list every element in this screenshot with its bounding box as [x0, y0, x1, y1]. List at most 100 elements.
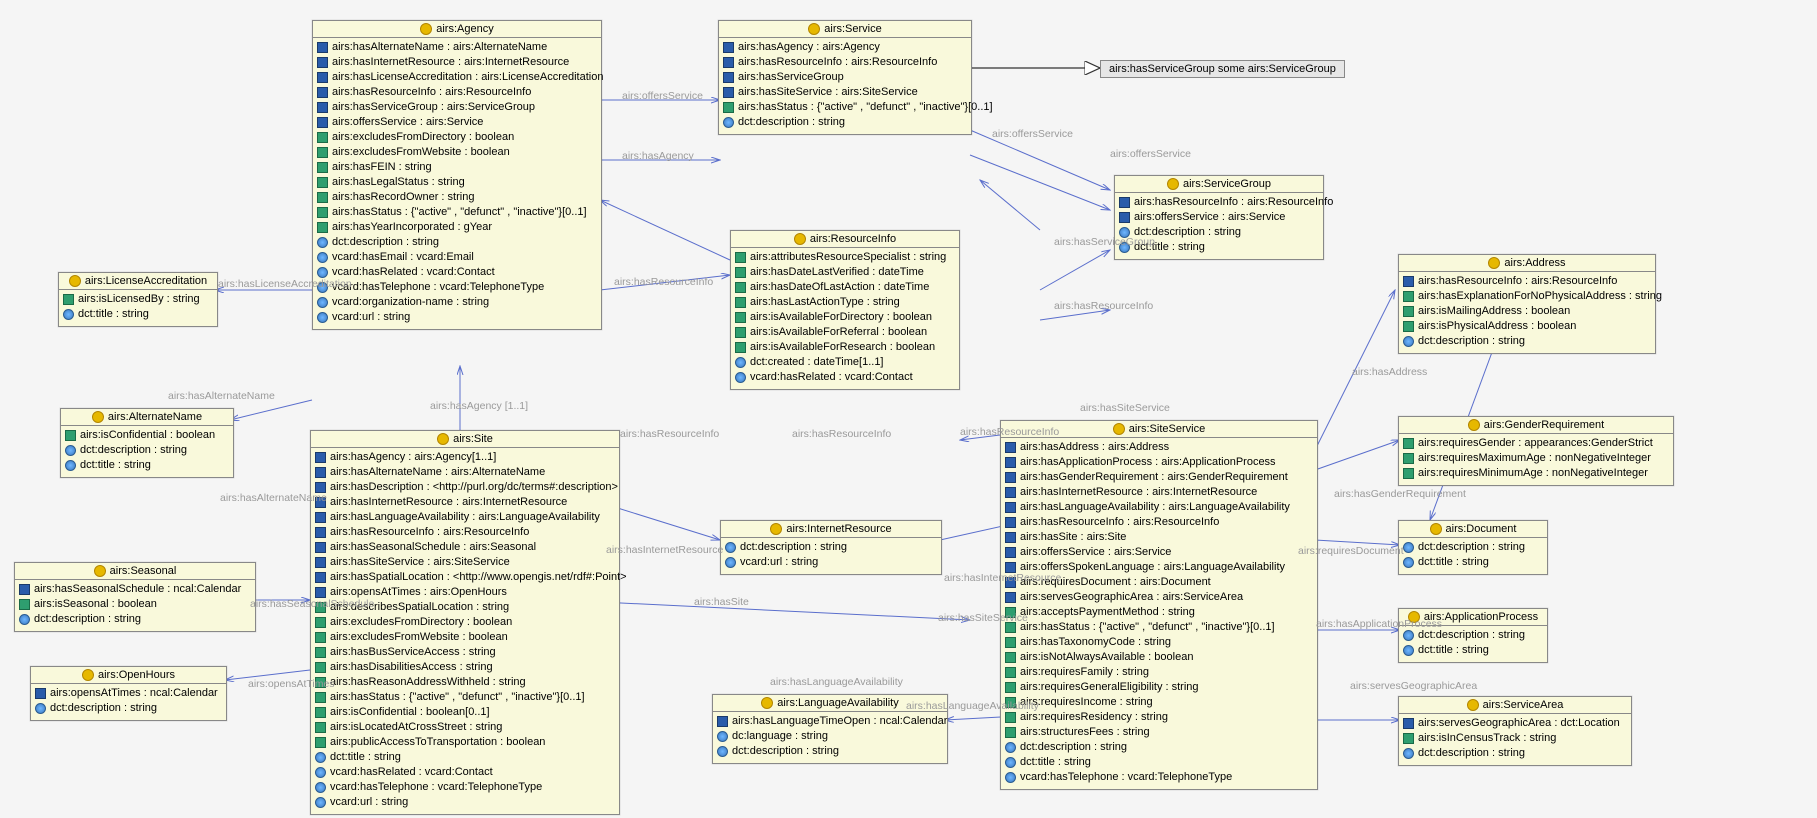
property-row[interactable]: airs:excludesFromWebsite : boolean: [317, 145, 597, 160]
property-row[interactable]: airs:hasSite : airs:Site: [1005, 530, 1313, 545]
property-row[interactable]: dct:description : string: [1403, 334, 1651, 349]
property-row[interactable]: airs:hasDescription : <http://purl.org/d…: [315, 480, 615, 495]
property-row[interactable]: airs:offersService : airs:Service: [317, 115, 597, 130]
class-alternatename[interactable]: airs:AlternateName airs:isConfidential :…: [60, 408, 234, 478]
property-row[interactable]: vcard:hasTelephone : vcard:TelephoneType: [317, 280, 597, 295]
property-row[interactable]: airs:hasAlternateName : airs:AlternateNa…: [315, 465, 615, 480]
property-row[interactable]: airs:hasSiteService : airs:SiteService: [315, 555, 615, 570]
property-row[interactable]: airs:hasBusServiceAccess : string: [315, 645, 615, 660]
class-openhours[interactable]: airs:OpenHours airs:opensAtTimes : ncal:…: [30, 666, 227, 721]
property-row[interactable]: airs:hasFEIN : string: [317, 160, 597, 175]
class-servicegroup[interactable]: airs:ServiceGroup airs:hasResourceInfo :…: [1114, 175, 1324, 260]
property-row[interactable]: airs:hasResourceInfo : airs:ResourceInfo: [1005, 515, 1313, 530]
property-row[interactable]: airs:isNotAlwaysAvailable : boolean: [1005, 650, 1313, 665]
property-row[interactable]: vcard:url : string: [315, 795, 615, 810]
property-row[interactable]: airs:servesGeographicArea : dct:Location: [1403, 716, 1627, 731]
property-row[interactable]: airs:requiresFamily : string: [1005, 665, 1313, 680]
property-row[interactable]: dct:title : string: [65, 458, 229, 473]
class-service[interactable]: airs:Service airs:hasAgency : airs:Agenc…: [718, 20, 972, 135]
property-row[interactable]: airs:hasResourceInfo : airs:ResourceInfo: [1403, 274, 1651, 289]
property-row[interactable]: airs:requiresMaximumAge : nonNegativeInt…: [1403, 451, 1669, 466]
class-languageavailability[interactable]: airs:LanguageAvailability airs:hasLangua…: [712, 694, 948, 764]
property-row[interactable]: airs:hasSeasonalSchedule : ncal:Calendar: [19, 582, 251, 597]
class-servicearea[interactable]: airs:ServiceArea airs:servesGeographicAr…: [1398, 696, 1632, 766]
property-row[interactable]: airs:isInCensusTrack : string: [1403, 731, 1627, 746]
property-row[interactable]: airs:hasExplanationForNoPhysicalAddress …: [1403, 289, 1651, 304]
property-row[interactable]: vcard:hasEmail : vcard:Email: [317, 250, 597, 265]
property-row[interactable]: airs:hasStatus : {"active" , "defunct" ,…: [317, 205, 597, 220]
property-row[interactable]: airs:requiresMinimumAge : nonNegativeInt…: [1403, 466, 1669, 481]
property-row[interactable]: airs:hasLanguageAvailability : airs:Lang…: [1005, 500, 1313, 515]
class-document[interactable]: airs:Document dct:description : stringdc…: [1398, 520, 1548, 575]
property-row[interactable]: airs:excludesFromDirectory : boolean: [315, 615, 615, 630]
property-row[interactable]: airs:hasServiceGroup: [723, 70, 967, 85]
property-row[interactable]: vcard:url : string: [317, 310, 597, 325]
property-row[interactable]: dct:description : string: [725, 540, 937, 555]
property-row[interactable]: airs:hasSpatialLocation : <http://www.op…: [315, 570, 615, 585]
class-siteservice[interactable]: airs:SiteService airs:hasAddress : airs:…: [1000, 420, 1318, 790]
property-row[interactable]: airs:hasAlternateName : airs:AlternateNa…: [317, 40, 597, 55]
class-applicationprocess[interactable]: airs:ApplicationProcess dct:description …: [1398, 608, 1548, 663]
property-row[interactable]: dct:description : string: [317, 235, 597, 250]
property-row[interactable]: dct:description : string: [1403, 628, 1543, 643]
property-row[interactable]: vcard:organization-name : string: [317, 295, 597, 310]
property-row[interactable]: airs:requiresGeneralEligibility : string: [1005, 680, 1313, 695]
property-row[interactable]: airs:hasAgency : airs:Agency: [723, 40, 967, 55]
property-row[interactable]: dct:description : string: [19, 612, 251, 627]
property-row[interactable]: airs:hasLegalStatus : string: [317, 175, 597, 190]
property-row[interactable]: airs:acceptsPaymentMethod : string: [1005, 605, 1313, 620]
property-row[interactable]: airs:hasInternetResource : airs:Internet…: [1005, 485, 1313, 500]
property-row[interactable]: airs:isSeasonal : boolean: [19, 597, 251, 612]
property-row[interactable]: airs:hasStatus : {"active" , "defunct" ,…: [723, 100, 967, 115]
property-row[interactable]: airs:hasDisabilitiesAccess : string: [315, 660, 615, 675]
property-row[interactable]: airs:hasRecordOwner : string: [317, 190, 597, 205]
property-row[interactable]: airs:hasGenderRequirement : airs:GenderR…: [1005, 470, 1313, 485]
class-resourceinfo[interactable]: airs:ResourceInfo airs:attributesResourc…: [730, 230, 960, 390]
property-row[interactable]: airs:isMailingAddress : boolean: [1403, 304, 1651, 319]
class-genderrequirement[interactable]: airs:GenderRequirement airs:requiresGend…: [1398, 416, 1674, 486]
property-row[interactable]: airs:hasLanguageTimeOpen : ncal:Calendar: [717, 714, 943, 729]
property-row[interactable]: dct:description : string: [1119, 225, 1319, 240]
property-row[interactable]: airs:hasResourceInfo : airs:ResourceInfo: [315, 525, 615, 540]
property-row[interactable]: airs:offersService : airs:Service: [1119, 210, 1319, 225]
property-row[interactable]: dct:description : string: [35, 701, 222, 716]
class-address[interactable]: airs:Address airs:hasResourceInfo : airs…: [1398, 254, 1656, 354]
property-row[interactable]: dc:language : string: [717, 729, 943, 744]
property-row[interactable]: airs:excludesFromWebsite : boolean: [315, 630, 615, 645]
property-row[interactable]: airs:hasResourceInfo : airs:ResourceInfo: [317, 85, 597, 100]
property-row[interactable]: airs:hasReasonAddressWithheld : string: [315, 675, 615, 690]
property-row[interactable]: airs:requiresResidency : string: [1005, 710, 1313, 725]
class-internetresource[interactable]: airs:InternetResource dct:description : …: [720, 520, 942, 575]
property-row[interactable]: airs:hasInternetResource : airs:Internet…: [317, 55, 597, 70]
property-row[interactable]: dct:description : string: [1005, 740, 1313, 755]
property-row[interactable]: airs:hasServiceGroup : airs:ServiceGroup: [317, 100, 597, 115]
property-row[interactable]: airs:hasAgency : airs:Agency[1..1]: [315, 450, 615, 465]
class-licenseaccreditation[interactable]: airs:LicenseAccreditation airs:isLicense…: [58, 272, 218, 327]
property-row[interactable]: vcard:hasRelated : vcard:Contact: [735, 370, 955, 385]
property-row[interactable]: airs:offersService : airs:Service: [1005, 545, 1313, 560]
property-row[interactable]: airs:hasLastActionType : string: [735, 295, 955, 310]
property-row[interactable]: airs:hasDateOfLastAction : dateTime: [735, 280, 955, 295]
property-row[interactable]: airs:hasStatus : {"active" , "defunct" ,…: [315, 690, 615, 705]
property-row[interactable]: airs:structuresFees : string: [1005, 725, 1313, 740]
property-row[interactable]: airs:attributesResourceSpecialist : stri…: [735, 250, 955, 265]
property-row[interactable]: dct:title : string: [1403, 643, 1543, 658]
property-row[interactable]: dct:description : string: [1403, 540, 1543, 555]
property-row[interactable]: dct:created : dateTime[1..1]: [735, 355, 955, 370]
property-row[interactable]: airs:opensAtTimes : airs:OpenHours: [315, 585, 615, 600]
property-row[interactable]: airs:isAvailableForResearch : boolean: [735, 340, 955, 355]
property-row[interactable]: airs:isLicensedBy : string: [63, 292, 213, 307]
property-row[interactable]: airs:hasSiteService : airs:SiteService: [723, 85, 967, 100]
property-row[interactable]: airs:hasSeasonalSchedule : airs:Seasonal: [315, 540, 615, 555]
property-row[interactable]: airs:isPhysicalAddress : boolean: [1403, 319, 1651, 334]
property-row[interactable]: airs:hasDateLastVerified : dateTime: [735, 265, 955, 280]
property-row[interactable]: airs:hasInternetResource : airs:Internet…: [315, 495, 615, 510]
property-row[interactable]: airs:hasLicenseAccreditation : airs:Lice…: [317, 70, 597, 85]
property-row[interactable]: dct:title : string: [315, 750, 615, 765]
property-row[interactable]: airs:hasResourceInfo : airs:ResourceInfo: [1119, 195, 1319, 210]
property-row[interactable]: dct:title : string: [1403, 555, 1543, 570]
property-row[interactable]: vcard:hasTelephone : vcard:TelephoneType: [315, 780, 615, 795]
property-row[interactable]: airs:isLocatedAtCrossStreet : string: [315, 720, 615, 735]
property-row[interactable]: vcard:hasRelated : vcard:Contact: [317, 265, 597, 280]
property-row[interactable]: airs:hasStatus : {"active" , "defunct" ,…: [1005, 620, 1313, 635]
